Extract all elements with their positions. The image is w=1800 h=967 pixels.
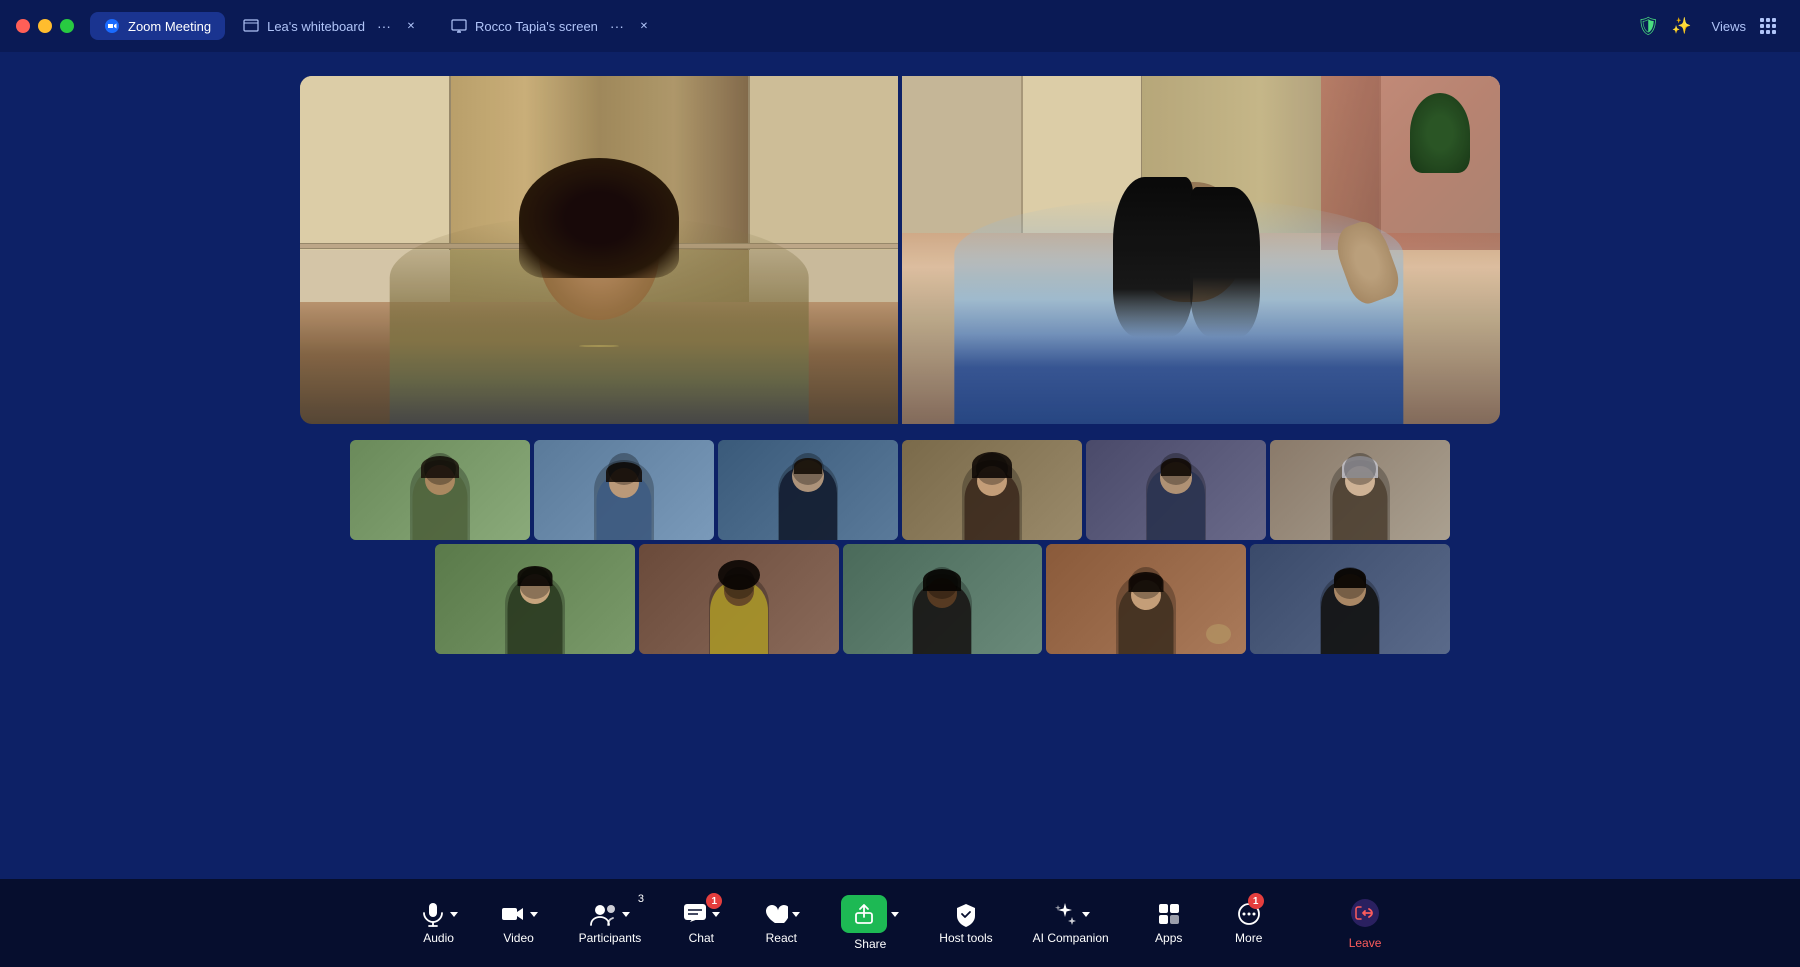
screen-icon (451, 18, 467, 34)
leave-button[interactable]: Leave (1329, 889, 1402, 958)
chat-button[interactable]: 1 Chat (661, 893, 741, 953)
more-badge: 1 (1248, 893, 1264, 909)
ai-sparkle-icon: ✨ (1672, 16, 1692, 36)
tab-lea-whiteboard-label: Lea's whiteboard (267, 19, 365, 34)
views-label: Views (1712, 19, 1746, 34)
mic-icon (420, 901, 458, 927)
audio-label: Audio (423, 931, 454, 945)
chat-label: Chat (689, 931, 714, 945)
tab-rocco-more[interactable]: ··· (606, 18, 628, 34)
more-label: More (1235, 931, 1262, 945)
audio-button[interactable]: Audio (399, 893, 479, 953)
participant-thumb-7[interactable] (435, 544, 635, 654)
main-content (0, 52, 1800, 879)
react-button[interactable]: React (741, 893, 821, 953)
tab-lea-whiteboard[interactable]: Lea's whiteboard ··· ✕ (229, 12, 433, 40)
participants-icon: 3 (590, 901, 630, 927)
apps-icon (1156, 901, 1182, 927)
ai-companion-label: AI Companion (1033, 931, 1109, 945)
tab-rocco-screen[interactable]: Rocco Tapia's screen ··· ✕ (437, 12, 666, 40)
apps-label: Apps (1155, 931, 1182, 945)
ai-caret[interactable] (1082, 912, 1090, 917)
tab-rocco-close[interactable]: ✕ (636, 18, 652, 34)
video-panel-right (902, 76, 1500, 424)
chat-icon: 1 (682, 901, 720, 927)
share-icon (841, 895, 899, 933)
tabs-container: Zoom Meeting Lea's whiteboard ··· ✕ (90, 12, 1637, 40)
video-button[interactable]: Video (479, 893, 559, 953)
share-label: Share (854, 937, 886, 951)
more-button[interactable]: 1 More (1209, 893, 1289, 953)
participants-button[interactable]: 3 Participants (559, 893, 662, 953)
grid-views-icon (1760, 18, 1776, 34)
video-icon (500, 901, 538, 927)
tab-zoom-meeting[interactable]: Zoom Meeting (90, 12, 225, 40)
zoom-meeting-icon (104, 18, 120, 34)
participant-thumb-2[interactable] (534, 440, 714, 540)
participants-count: 3 (638, 893, 644, 905)
titlebar-right: 🛡 ✨ Views (1637, 14, 1784, 38)
participant-thumb-4[interactable] (902, 440, 1082, 540)
share-button[interactable]: Share (821, 887, 919, 959)
tab-rocco-screen-label: Rocco Tapia's screen (475, 19, 598, 34)
video-caret[interactable] (530, 912, 538, 917)
share-caret[interactable] (891, 912, 899, 917)
maximize-button[interactable] (60, 19, 74, 33)
traffic-lights (16, 19, 74, 33)
toolbar: Audio Video 3 Participants (0, 879, 1800, 967)
participant-thumb-5[interactable] (1086, 440, 1266, 540)
participant-row-1 (350, 440, 1450, 540)
audio-caret[interactable] (450, 912, 458, 917)
participants-label: Participants (579, 931, 642, 945)
host-tools-button[interactable]: Host tools (919, 893, 1012, 953)
sparkle-ai-icon (1052, 901, 1090, 927)
participant-thumb-3[interactable] (718, 440, 898, 540)
apps-button[interactable]: Apps (1129, 893, 1209, 953)
leave-label: Leave (1349, 936, 1382, 950)
participant-row-2 (350, 544, 1450, 654)
chat-badge: 1 (706, 893, 722, 909)
leave-icon (1349, 897, 1381, 932)
titlebar: Zoom Meeting Lea's whiteboard ··· ✕ (0, 0, 1800, 52)
whiteboard-icon (243, 18, 259, 34)
minimize-button[interactable] (38, 19, 52, 33)
participant-thumb-6[interactable] (1270, 440, 1450, 540)
shield-icon (953, 901, 979, 927)
participant-thumb-11[interactable] (1250, 544, 1450, 654)
participant-thumb-1[interactable] (350, 440, 530, 540)
participant-strip (350, 440, 1450, 654)
chat-caret[interactable] (712, 912, 720, 917)
react-label: React (766, 931, 797, 945)
close-button[interactable] (16, 19, 30, 33)
tab-zoom-meeting-label: Zoom Meeting (128, 19, 211, 34)
tab-lea-close[interactable]: ✕ (403, 18, 419, 34)
more-icon: 1 (1236, 901, 1262, 927)
views-button[interactable]: Views (1704, 14, 1784, 38)
host-tools-label: Host tools (939, 931, 992, 945)
react-caret[interactable] (792, 912, 800, 917)
participant-thumb-10[interactable] (1046, 544, 1246, 654)
video-label: Video (503, 931, 533, 945)
participant-thumb-9[interactable] (843, 544, 1043, 654)
participants-caret[interactable] (622, 912, 630, 917)
tab-lea-more[interactable]: ··· (373, 18, 395, 34)
security-icon: 🛡 (1637, 16, 1660, 37)
ai-companion-button[interactable]: AI Companion (1013, 893, 1129, 953)
participant-thumb-8[interactable] (639, 544, 839, 654)
heart-icon (762, 901, 800, 927)
video-panel-left (300, 76, 898, 424)
main-video-grid (300, 76, 1500, 424)
